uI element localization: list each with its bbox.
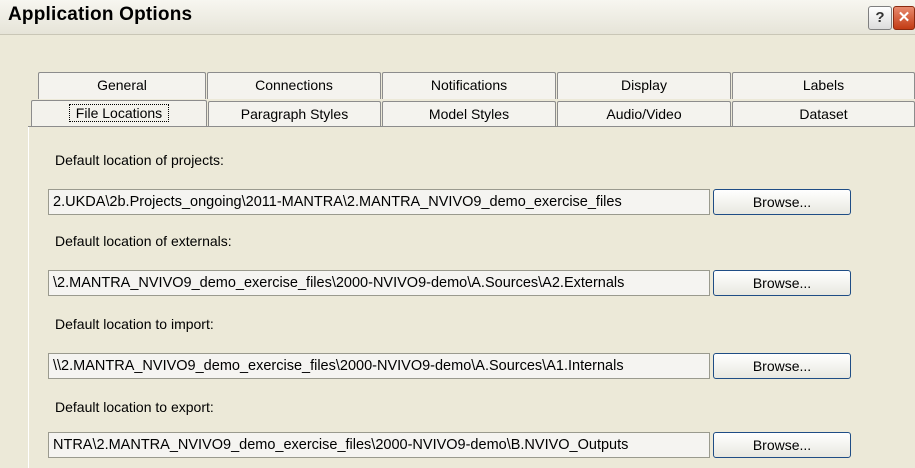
import-location-label: Default location to import: [55, 316, 214, 332]
tab-label: Notifications [430, 77, 508, 93]
tab-notifications[interactable]: Notifications [382, 72, 556, 99]
dialog-title: Application Options [8, 4, 193, 25]
tab-label: General [97, 77, 147, 93]
export-browse-button[interactable]: Browse... [713, 432, 851, 458]
close-button[interactable]: ✕ [893, 6, 915, 30]
projects-location-field[interactable]: 2.UKDA\2b.Projects_ongoing\2011-MANTRA\2… [48, 189, 710, 215]
tab-label: Labels [802, 77, 845, 93]
tab-model-styles[interactable]: Model Styles [382, 101, 556, 128]
import-browse-button[interactable]: Browse... [713, 353, 851, 379]
tab-label: Audio/Video [606, 106, 682, 122]
tab-label: Connections [255, 77, 333, 93]
tab-label: Paragraph Styles [240, 106, 349, 122]
export-location-label: Default location to export: [55, 399, 214, 415]
tab-file-locations[interactable]: File Locations [31, 100, 207, 128]
export-location-field[interactable]: NTRA\2.MANTRA_NVIVO9_demo_exercise_files… [48, 432, 710, 458]
tab-general[interactable]: General [38, 72, 206, 99]
help-button[interactable]: ? [868, 6, 892, 30]
tab-label: Model Styles [428, 106, 510, 122]
tab-labels[interactable]: Labels [732, 72, 915, 99]
externals-browse-button[interactable]: Browse... [713, 270, 851, 296]
tab-paragraph-styles[interactable]: Paragraph Styles [208, 101, 381, 128]
tab-label: Display [621, 77, 667, 93]
tab-label: File Locations [68, 104, 170, 122]
tab-connections[interactable]: Connections [207, 72, 381, 99]
projects-location-label: Default location of projects: [55, 152, 224, 168]
externals-location-label: Default location of externals: [55, 233, 232, 249]
title-bar[interactable]: Application Options ? ✕ [0, 0, 915, 35]
projects-browse-button[interactable]: Browse... [713, 189, 851, 215]
application-options-dialog: Application Options ? ✕ General Connecti… [0, 0, 915, 468]
tab-label: Dataset [799, 106, 848, 122]
externals-location-field[interactable]: \2.MANTRA_NVIVO9_demo_exercise_files\200… [48, 270, 710, 296]
tab-display[interactable]: Display [557, 72, 731, 99]
tab-audio-video[interactable]: Audio/Video [557, 101, 731, 128]
tab-dataset[interactable]: Dataset [732, 101, 915, 128]
import-location-field[interactable]: \\2.MANTRA_NVIVO9_demo_exercise_files\20… [48, 353, 710, 379]
file-locations-panel [28, 127, 915, 468]
